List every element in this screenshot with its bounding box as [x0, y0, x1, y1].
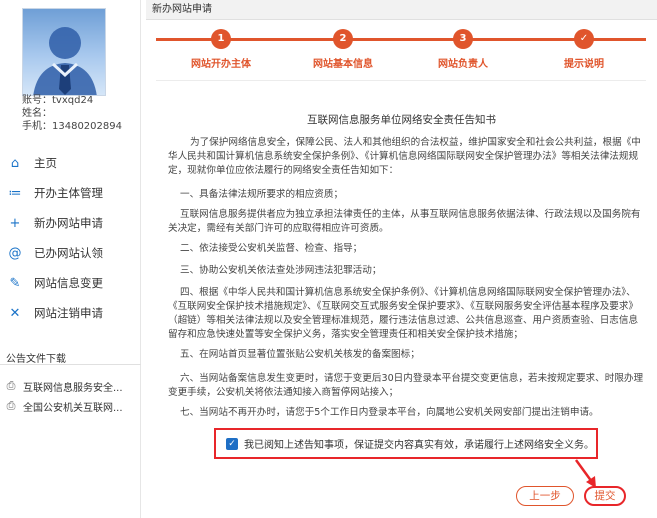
notice-label: 全国公安机关互联网... [23, 402, 123, 414]
download-icon: ⎙ [6, 379, 16, 392]
close-icon: ✕ [9, 305, 21, 321]
sidebar-item-label: 网站注销申请 [34, 306, 103, 320]
step-4-label: 提示说明 [564, 59, 604, 70]
sidebar: 账号：tvxqd24 姓名： 手机：13480202894 ⌂ 主页 ≔ 开办主… [0, 0, 141, 518]
notice-label: 互联网信息服务安全... [23, 382, 123, 394]
doc-item: 三、协助公安机关依法查处涉网违法犯罪活动； [180, 265, 382, 276]
divider [0, 364, 141, 365]
doc-item: 七、当网站不再开办时，请您于5个工作日内登录本平台，向属地公安机关网安部门提出注… [180, 407, 599, 418]
notice-download-link[interactable]: ⎙ 全国公安机关互联网... [4, 396, 138, 416]
step-1-label: 网站开办主体 [191, 59, 251, 70]
step-3-label: 网站负责人 [438, 59, 488, 70]
step-4-check-icon: ✓ [574, 29, 594, 49]
notice-document-title: 互联网信息服务单位网络安全责任告知书 [307, 114, 496, 126]
plus-icon: + [9, 215, 21, 231]
notice-download-link[interactable]: ⎙ 互联网信息服务安全... [4, 376, 138, 396]
notice-list: ⎙ 互联网信息服务安全... ⎙ 全国公安机关互联网... [4, 376, 138, 416]
edit-icon: ✎ [9, 275, 21, 291]
doc-item: 二、依法接受公安机关监督、检查、指导； [180, 243, 363, 254]
step-2-dot: 2 [333, 29, 353, 49]
doc-item: 互联网信息服务提供者应为独立承担法律责任的主体，从事互联网信息服务依据法律、行政… [168, 209, 641, 234]
user-info: 账号：tvxqd24 姓名： 手机：13480202894 [22, 94, 122, 133]
main-panel: 新办网站申请 1 2 3 ✓ 网站开办主体 网站基本信息 网站负责人 提示说明 … [146, 0, 657, 518]
doc-item: 五、在网站首页显著位置张贴公安机关核发的备案图标； [180, 349, 420, 360]
doc-item: 四、根据《中华人民共和国计算机信息系统安全保护条例》、《计算机信息网络国际联网安… [168, 287, 639, 340]
sidebar-item-claim-site[interactable]: @ 已办网站认领 [0, 238, 141, 268]
download-icon: ⎙ [6, 399, 16, 412]
at-icon: @ [8, 245, 22, 261]
agreement-box: ✓ 我已阅知上述告知事项，保证提交内容真实有效，承诺履行上述网络安全义务。 [214, 428, 598, 459]
sidebar-item-new-site[interactable]: + 新办网站申请 [0, 208, 141, 238]
sidebar-item-label: 新办网站申请 [34, 216, 103, 230]
sidebar-menu: ⌂ 主页 ≔ 开办主体管理 + 新办网站申请 @ 已办网站认领 ✎ 网站信息变更… [0, 148, 141, 328]
user-phone: 手机：13480202894 [22, 121, 122, 132]
sidebar-item-site-change[interactable]: ✎ 网站信息变更 [0, 268, 141, 298]
sidebar-item-label: 已办网站认领 [34, 246, 103, 260]
list-icon: ≔ [8, 185, 22, 201]
divider [156, 80, 646, 81]
sidebar-item-site-cancel[interactable]: ✕ 网站注销申请 [0, 298, 141, 328]
doc-item: 六、当网站备案信息发生变更时，请您于变更后30日内登录本平台提交变更信息，若未按… [168, 373, 644, 398]
avatar [22, 8, 106, 96]
sidebar-item-entity-management[interactable]: ≔ 开办主体管理 [0, 178, 141, 208]
doc-intro: 为了保护网络信息安全，保障公民、法人和其他组织的合法权益，维护国家安全和社会公共… [168, 137, 641, 176]
step-1-dot: 1 [211, 29, 231, 49]
step-3-dot: 3 [453, 29, 473, 49]
sidebar-item-label: 开办主体管理 [34, 186, 103, 200]
sidebar-item-label: 网站信息变更 [34, 276, 103, 290]
step-progress: 1 2 3 ✓ 网站开办主体 网站基本信息 网站负责人 提示说明 [146, 26, 657, 76]
agreement-checkbox[interactable]: ✓ [226, 437, 238, 450]
previous-step-button[interactable]: 上一步 [516, 486, 574, 506]
sidebar-item-label: 主页 [34, 156, 57, 170]
home-icon: ⌂ [10, 155, 20, 171]
panel-title: 新办网站申请 [146, 0, 657, 20]
agreement-text: 我已阅知上述告知事项，保证提交内容真实有效，承诺履行上述网络安全义务。 [244, 440, 594, 451]
doc-item: 一、具备法律法规所要求的相应资质； [180, 189, 344, 200]
sidebar-item-home[interactable]: ⌂ 主页 [0, 148, 141, 178]
user-name: 姓名： [22, 108, 52, 119]
user-account: 账号：tvxqd24 [22, 95, 94, 106]
step-2-label: 网站基本信息 [313, 59, 373, 70]
notice-section-title: 公告文件下载 [6, 354, 66, 365]
submit-button[interactable]: 提交 [584, 486, 626, 506]
